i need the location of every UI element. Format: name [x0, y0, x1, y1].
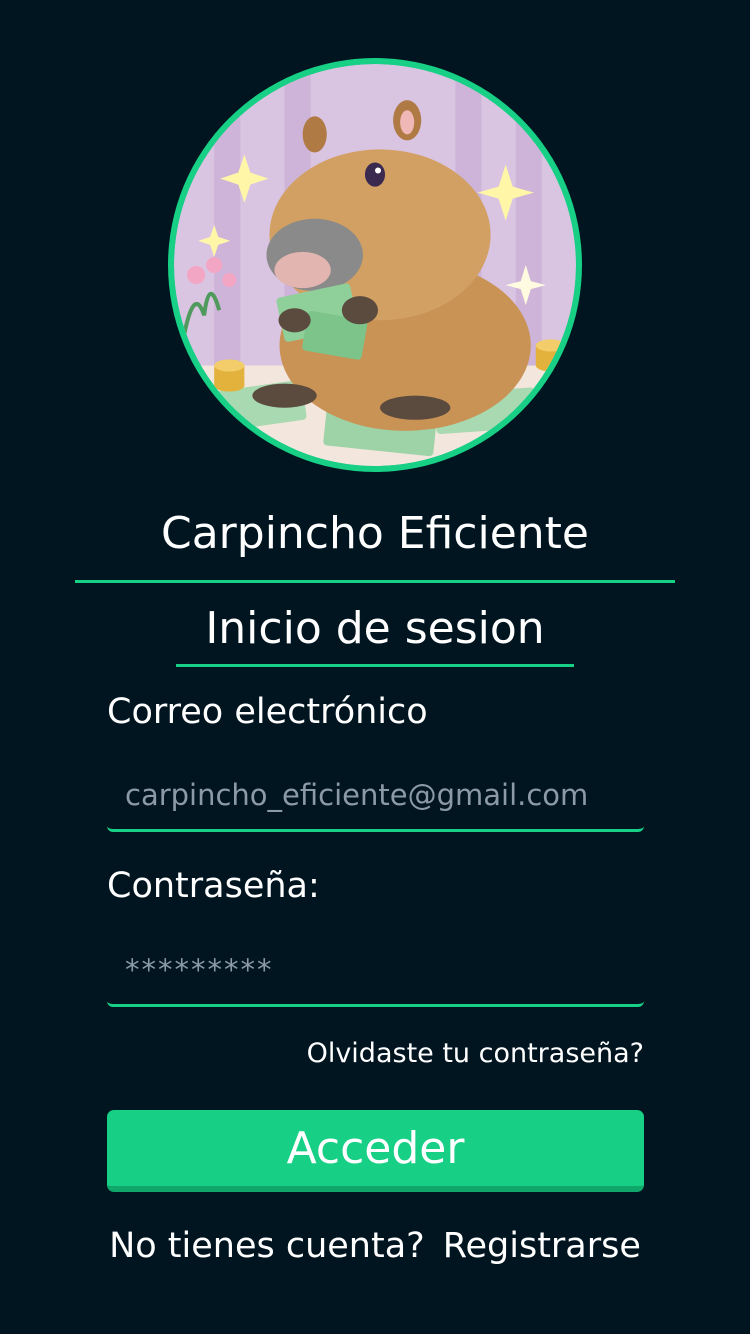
subtitle-divider [176, 664, 574, 667]
password-label: Contraseña: [107, 866, 320, 906]
title-divider [75, 580, 675, 583]
register-link[interactable]: Registrarse [443, 1226, 641, 1266]
capybara-illustration-icon [174, 64, 576, 466]
login-button[interactable]: Acceder [107, 1110, 644, 1192]
register-prompt-text: No tienes cuenta? [109, 1226, 425, 1266]
page-subtitle: Inicio de sesion [205, 603, 545, 654]
forgot-password-link[interactable]: Olvidaste tu contraseña? [307, 1038, 644, 1069]
register-prompt-row: No tienes cuenta? Registrarse [0, 1226, 750, 1266]
email-field[interactable] [107, 760, 644, 832]
email-label: Correo electrónico [107, 692, 428, 732]
profile-avatar [168, 58, 582, 472]
app-title: Carpincho Eficiente [160, 508, 589, 559]
password-field[interactable] [107, 935, 644, 1007]
